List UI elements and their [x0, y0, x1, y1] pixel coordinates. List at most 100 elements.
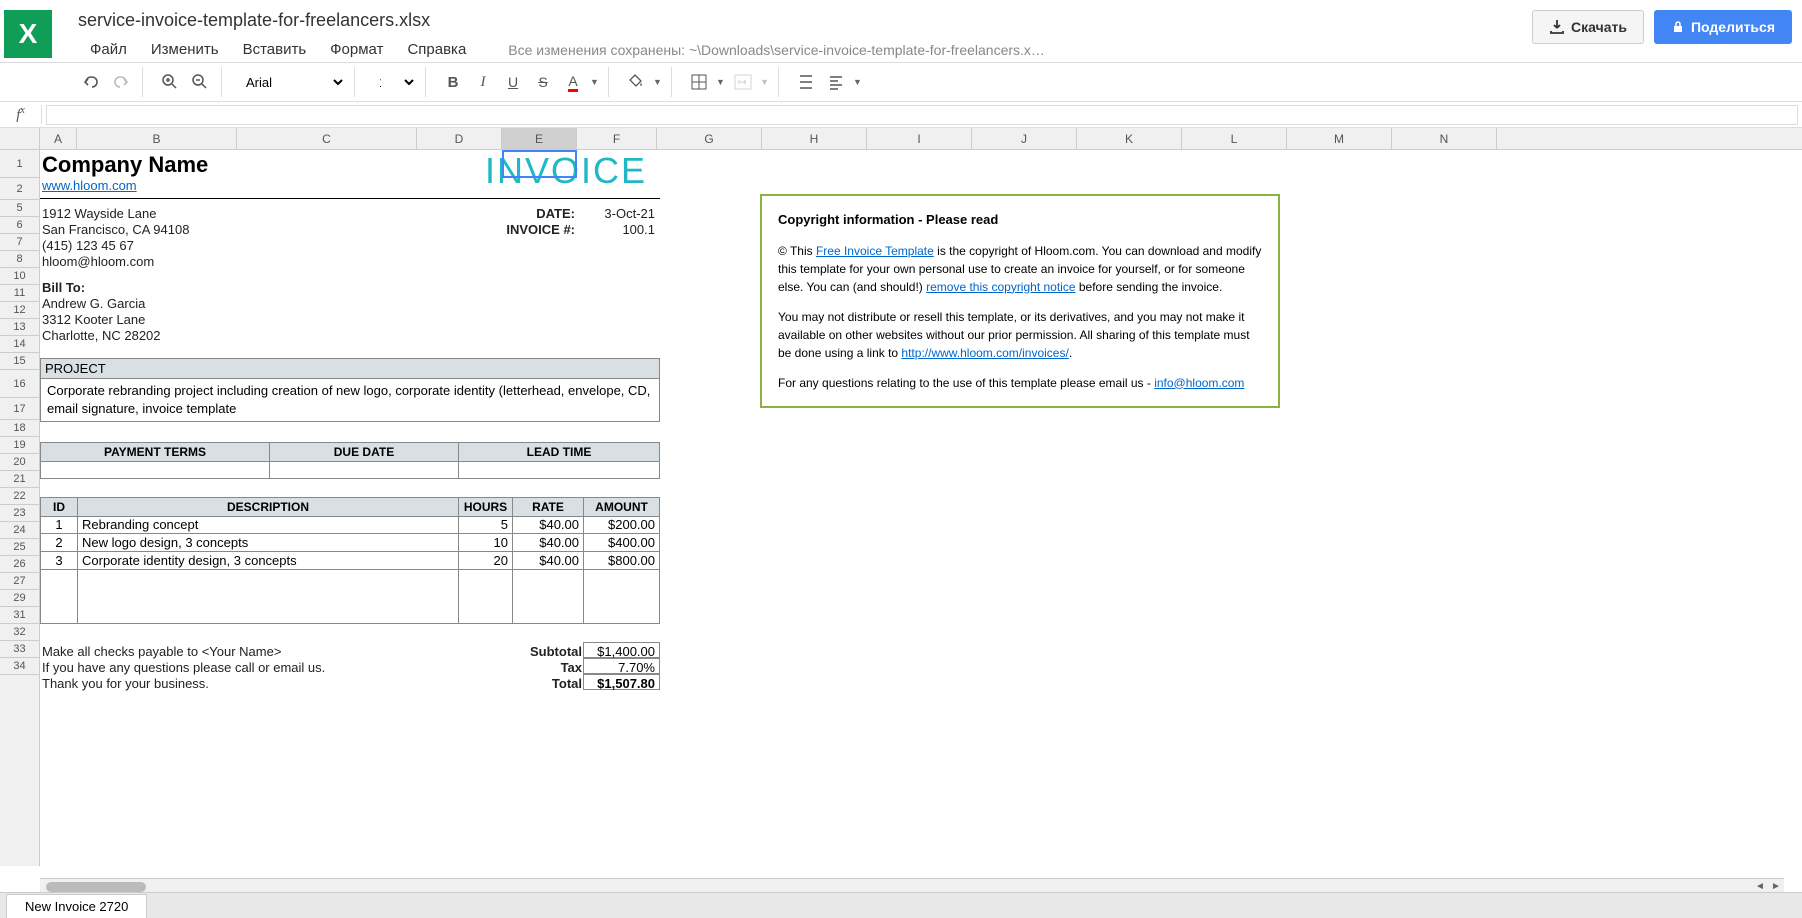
- col-header-K[interactable]: K: [1077, 128, 1182, 149]
- row-header-11[interactable]: 11: [0, 285, 39, 302]
- fill-color-button[interactable]: [623, 69, 649, 95]
- company-url[interactable]: www.hloom.com: [42, 178, 137, 193]
- row-header-14[interactable]: 14: [0, 336, 39, 353]
- item-0-col-2[interactable]: 5: [458, 516, 513, 534]
- date-label[interactable]: DATE:: [500, 206, 575, 221]
- row-header-32[interactable]: 32: [0, 624, 39, 641]
- payment-terms-hdr[interactable]: PAYMENT TERMS: [40, 442, 270, 462]
- col-header-C[interactable]: C: [237, 128, 417, 149]
- billto-label[interactable]: Bill To:: [42, 280, 85, 295]
- addr-line2[interactable]: San Francisco, CA 94108: [42, 222, 189, 237]
- col-header-G[interactable]: G: [657, 128, 762, 149]
- row-header-6[interactable]: 6: [0, 217, 39, 234]
- font-size-select[interactable]: 10: [369, 72, 417, 93]
- lead-time-val[interactable]: [458, 461, 660, 479]
- col-header-F[interactable]: F: [577, 128, 657, 149]
- row-header-29[interactable]: 29: [0, 590, 39, 607]
- borders-dropdown[interactable]: ▼: [716, 77, 726, 87]
- col-header-L[interactable]: L: [1182, 128, 1287, 149]
- tax-lbl[interactable]: Tax: [510, 660, 582, 675]
- col-header-A[interactable]: A: [40, 128, 77, 149]
- scroll-thumb[interactable]: [46, 882, 146, 892]
- tax-val[interactable]: 7.70%: [583, 658, 660, 674]
- project-header[interactable]: PROJECT: [40, 358, 660, 379]
- valign-button[interactable]: [793, 69, 819, 95]
- strike-button[interactable]: S: [530, 69, 556, 95]
- scroll-right-icon[interactable]: ►: [1768, 881, 1784, 892]
- row-header-20[interactable]: 20: [0, 454, 39, 471]
- row-header-1[interactable]: 1: [0, 150, 39, 178]
- borders-button[interactable]: [686, 69, 712, 95]
- row-header-2[interactable]: 2: [0, 178, 39, 200]
- zoom-in-button[interactable]: [157, 69, 183, 95]
- footer1[interactable]: Make all checks payable to <Your Name>: [42, 644, 281, 659]
- bill-name[interactable]: Andrew G. Garcia: [42, 296, 145, 311]
- project-desc[interactable]: Corporate rebranding project including c…: [40, 378, 660, 422]
- col-header-I[interactable]: I: [867, 128, 972, 149]
- item-2-col-0[interactable]: 3: [40, 552, 78, 570]
- row-header-27[interactable]: 27: [0, 573, 39, 590]
- item-1-col-0[interactable]: 2: [40, 534, 78, 552]
- col-header-M[interactable]: M: [1287, 128, 1392, 149]
- row-header-31[interactable]: 31: [0, 607, 39, 624]
- row-header-33[interactable]: 33: [0, 641, 39, 658]
- row-header-7[interactable]: 7: [0, 234, 39, 251]
- grid-area[interactable]: ABCDEFGHIJKLMN Company Name www.hloom.co…: [40, 128, 1802, 866]
- menu-format[interactable]: Формат: [318, 37, 395, 62]
- row-header-21[interactable]: 21: [0, 471, 39, 488]
- item-2-col-4[interactable]: $800.00: [583, 552, 660, 570]
- item-0-col-1[interactable]: Rebranding concept: [77, 516, 459, 534]
- row-header-8[interactable]: 8: [0, 251, 39, 268]
- company-name[interactable]: Company Name: [42, 152, 208, 178]
- row-header-17[interactable]: 17: [0, 398, 39, 420]
- link-free-template[interactable]: Free Invoice Template: [816, 244, 934, 258]
- subtotal-lbl[interactable]: Subtotal: [510, 644, 582, 659]
- phone[interactable]: (415) 123 45 67: [42, 238, 134, 253]
- item-1-col-4[interactable]: $400.00: [583, 534, 660, 552]
- subtotal-val[interactable]: $1,400.00: [583, 642, 660, 658]
- col-header-J[interactable]: J: [972, 128, 1077, 149]
- rate-blank[interactable]: [512, 570, 584, 624]
- invno-value[interactable]: 100.1: [580, 222, 655, 237]
- row-header-13[interactable]: 13: [0, 319, 39, 336]
- item-1-col-1[interactable]: New logo design, 3 concepts: [77, 534, 459, 552]
- bill-addr[interactable]: 3312 Kooter Lane: [42, 312, 145, 327]
- halign-button[interactable]: [823, 69, 849, 95]
- document-title[interactable]: service-invoice-template-for-freelancers…: [62, 6, 1532, 37]
- col-header-H[interactable]: H: [762, 128, 867, 149]
- select-all-corner[interactable]: [0, 128, 39, 150]
- amount-blank[interactable]: [583, 570, 660, 624]
- row-header-16[interactable]: 16: [0, 370, 39, 398]
- col-header-B[interactable]: B: [77, 128, 237, 149]
- menu-edit[interactable]: Изменить: [139, 37, 231, 62]
- font-select[interactable]: Arial: [236, 72, 346, 93]
- item-0-col-3[interactable]: $40.00: [512, 516, 584, 534]
- footer3[interactable]: Thank you for your business.: [42, 676, 209, 691]
- desc-blank[interactable]: [77, 570, 459, 624]
- row-header-34[interactable]: 34: [0, 658, 39, 675]
- scroll-left-icon[interactable]: ◄: [1752, 881, 1768, 892]
- row-header-18[interactable]: 18: [0, 420, 39, 437]
- invno-label[interactable]: INVOICE #:: [500, 222, 575, 237]
- total-lbl[interactable]: Total: [510, 676, 582, 691]
- id-blank[interactable]: [40, 570, 78, 624]
- row-header-22[interactable]: 22: [0, 488, 39, 505]
- item-2-col-1[interactable]: Corporate identity design, 3 concepts: [77, 552, 459, 570]
- bold-button[interactable]: B: [440, 69, 466, 95]
- row-header-5[interactable]: 5: [0, 200, 39, 217]
- col-header-E[interactable]: E: [502, 128, 577, 149]
- download-button[interactable]: Скачать: [1532, 10, 1644, 44]
- payment-terms-val[interactable]: [40, 461, 270, 479]
- item-0-col-0[interactable]: 1: [40, 516, 78, 534]
- formula-input[interactable]: [46, 105, 1798, 125]
- row-header-25[interactable]: 25: [0, 539, 39, 556]
- fill-color-dropdown[interactable]: ▼: [653, 77, 663, 87]
- hours-blank[interactable]: [458, 570, 513, 624]
- share-button[interactable]: Поделиться: [1654, 10, 1792, 44]
- item-2-col-2[interactable]: 20: [458, 552, 513, 570]
- item-2-col-3[interactable]: $40.00: [512, 552, 584, 570]
- halign-dropdown[interactable]: ▼: [853, 77, 863, 87]
- item-0-col-4[interactable]: $200.00: [583, 516, 660, 534]
- invoice-title[interactable]: INVOICE: [485, 150, 647, 192]
- total-val[interactable]: $1,507.80: [583, 674, 660, 690]
